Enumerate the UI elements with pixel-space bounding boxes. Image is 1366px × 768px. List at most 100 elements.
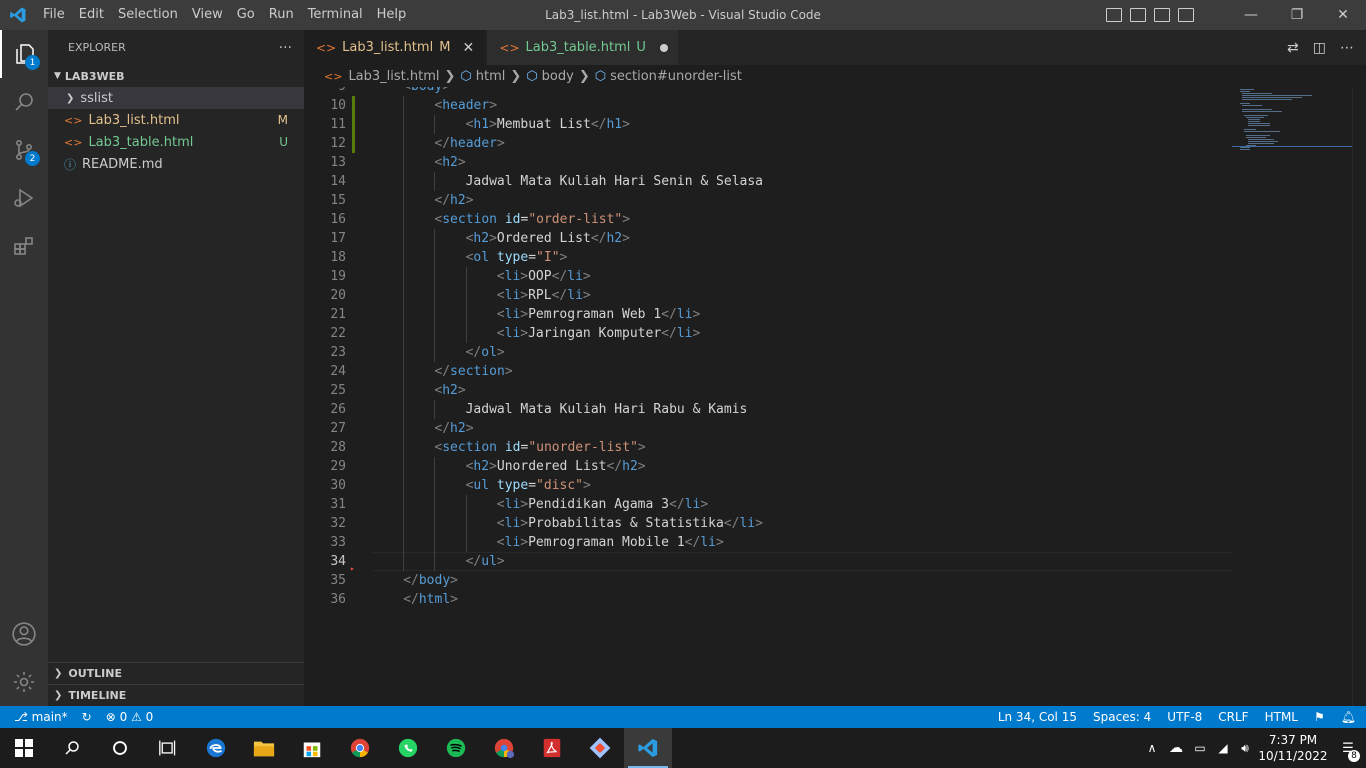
code-line[interactable]: 31 <li>Pendidikan Agama 3</li> bbox=[304, 495, 1232, 514]
code-line[interactable]: 9 <body> bbox=[304, 87, 1232, 96]
code-line[interactable]: 12 </header> bbox=[304, 134, 1232, 153]
split-editor-icon[interactable]: ◫ bbox=[1313, 40, 1326, 56]
code-line[interactable]: 26 Jadwal Mata Kuliah Hari Rabu & Kamis bbox=[304, 400, 1232, 419]
code-line[interactable]: 29 <h2>Unordered List</h2> bbox=[304, 457, 1232, 476]
code-line[interactable]: 10 <header> bbox=[304, 96, 1232, 115]
open-changes-icon[interactable]: ⇄ bbox=[1287, 40, 1299, 56]
microsoft-store-icon[interactable] bbox=[288, 728, 336, 768]
edge-browser-icon[interactable] bbox=[192, 728, 240, 768]
code-line[interactable]: 22 <li>Jaringan Komputer</li> bbox=[304, 324, 1232, 343]
menu-item-selection[interactable]: Selection bbox=[111, 0, 185, 30]
git-client-icon[interactable] bbox=[576, 728, 624, 768]
close-icon[interactable]: ✕ bbox=[460, 40, 476, 56]
tree-item-sslist[interactable]: ❯ sslist bbox=[48, 87, 304, 109]
clock[interactable]: 7:37 PM 10/11/2022 bbox=[1256, 732, 1330, 764]
outline-section[interactable]: ❯ OUTLINE bbox=[48, 662, 304, 684]
code-line[interactable]: 33 <li>Pemrograman Mobile 1</li> bbox=[304, 533, 1232, 552]
sync-icon[interactable]: ↻ bbox=[82, 710, 92, 724]
code-line[interactable]: 17 <h2>Ordered List</h2> bbox=[304, 229, 1232, 248]
code-line[interactable]: 14 Jadwal Mata Kuliah Hari Senin & Selasa bbox=[304, 172, 1232, 191]
breadcrumb-body[interactable]: body bbox=[542, 69, 574, 84]
end-of-line[interactable]: CRLF bbox=[1218, 710, 1248, 724]
menu-item-view[interactable]: View bbox=[185, 0, 230, 30]
more-actions-icon[interactable]: ⋯ bbox=[1340, 40, 1354, 56]
onedrive-cloud-icon[interactable]: ☁ bbox=[1164, 740, 1188, 756]
timeline-section[interactable]: ❯ TIMELINE bbox=[48, 684, 304, 706]
cursor-position[interactable]: Ln 34, Col 15 bbox=[998, 710, 1077, 724]
volume-icon[interactable]: 🔊︎ bbox=[1234, 741, 1256, 756]
explorer-icon[interactable]: 1 bbox=[0, 30, 48, 78]
toggle-secondary-sidebar-icon[interactable] bbox=[1154, 8, 1170, 22]
close-window-button[interactable]: ✕ bbox=[1320, 0, 1366, 30]
feedback-icon[interactable]: ⚑ bbox=[1314, 710, 1325, 724]
windows-start-icon[interactable] bbox=[0, 728, 48, 768]
cortana-icon[interactable] bbox=[96, 728, 144, 768]
notifications-bell-icon[interactable]: 🔔︎ bbox=[1341, 710, 1356, 724]
tree-item-readme[interactable]: ⓘ README.md bbox=[48, 153, 304, 175]
customize-layout-icon[interactable] bbox=[1178, 8, 1194, 22]
code-line[interactable]: 36 </html> bbox=[304, 590, 1232, 609]
accounts-icon[interactable] bbox=[0, 610, 48, 658]
branch-indicator[interactable]: ⎇ main* bbox=[14, 710, 68, 724]
tree-item-lab3-list[interactable]: <> Lab3_list.html M bbox=[48, 109, 304, 131]
code-line[interactable]: 13 <h2> bbox=[304, 153, 1232, 172]
indentation[interactable]: Spaces: 4 bbox=[1093, 710, 1151, 724]
menu-item-edit[interactable]: Edit bbox=[72, 0, 111, 30]
vertical-scrollbar[interactable] bbox=[1352, 87, 1366, 706]
workspace-folder-header[interactable]: ▼ LAB3WEB bbox=[48, 65, 304, 87]
code-line[interactable]: 11 <h1>Membuat List</h1> bbox=[304, 115, 1232, 134]
chrome-icon[interactable] bbox=[336, 728, 384, 768]
code-line[interactable]: 35 </body> bbox=[304, 571, 1232, 590]
menu-item-file[interactable]: File bbox=[36, 0, 72, 30]
tree-item-lab3-table[interactable]: <> Lab3_table.html U bbox=[48, 131, 304, 153]
run-debug-icon[interactable] bbox=[0, 174, 48, 222]
minimize-button[interactable]: — bbox=[1228, 0, 1274, 30]
search-icon[interactable] bbox=[0, 78, 48, 126]
tab-lab3-table[interactable]: <> Lab3_table.html U bbox=[487, 30, 679, 65]
spotify-icon[interactable] bbox=[432, 728, 480, 768]
source-control-icon[interactable]: 2 bbox=[0, 126, 48, 174]
chrome-profile-icon[interactable] bbox=[480, 728, 528, 768]
notification-center-icon[interactable]: ☰ 8 bbox=[1330, 741, 1366, 762]
code-editor[interactable]: 9 <body> 10 <header> 11 <h1>Membuat List</h1>… bbox=[304, 87, 1366, 706]
encoding[interactable]: UTF-8 bbox=[1167, 710, 1202, 724]
code-line[interactable]: 15 </h2> bbox=[304, 191, 1232, 210]
search-icon[interactable] bbox=[48, 728, 96, 768]
code-line[interactable]: 16 <section id="order-list"> bbox=[304, 210, 1232, 229]
more-actions-icon[interactable]: ··· bbox=[279, 40, 292, 56]
restore-button[interactable]: ❐ bbox=[1274, 0, 1320, 30]
code-line[interactable]: 20 <li>RPL</li> bbox=[304, 286, 1232, 305]
code-line[interactable]: 27 </h2> bbox=[304, 419, 1232, 438]
vscode-taskbar-icon[interactable] bbox=[624, 728, 672, 768]
toggle-panel-icon[interactable] bbox=[1130, 8, 1146, 22]
task-view-icon[interactable] bbox=[144, 728, 192, 768]
file-explorer-icon[interactable] bbox=[240, 728, 288, 768]
code-line[interactable]: 34 </ul> ▸ bbox=[304, 552, 1232, 573]
code-line[interactable]: 32 <li>Probabilitas & Statistika</li> bbox=[304, 514, 1232, 533]
wifi-icon[interactable]: ◢ bbox=[1212, 741, 1234, 755]
code-line[interactable]: 28 <section id="unorder-list"> bbox=[304, 438, 1232, 457]
menu-item-help[interactable]: Help bbox=[370, 0, 414, 30]
settings-gear-icon[interactable] bbox=[0, 658, 48, 706]
toggle-primary-sidebar-icon[interactable] bbox=[1106, 8, 1122, 22]
code-line[interactable]: 24 </section> bbox=[304, 362, 1232, 381]
code-line[interactable]: 25 <h2> bbox=[304, 381, 1232, 400]
breadcrumb-html[interactable]: html bbox=[476, 69, 506, 84]
chevron-up-icon[interactable]: ∧ bbox=[1140, 741, 1164, 755]
menu-item-run[interactable]: Run bbox=[262, 0, 301, 30]
code-line[interactable]: 18 <ol type="I"> bbox=[304, 248, 1232, 267]
menu-item-terminal[interactable]: Terminal bbox=[301, 0, 370, 30]
minimap[interactable] bbox=[1232, 87, 1352, 167]
code-line[interactable]: 30 <ul type="disc"> bbox=[304, 476, 1232, 495]
unsaved-dot-icon[interactable] bbox=[659, 43, 668, 52]
whatsapp-icon[interactable] bbox=[384, 728, 432, 768]
acrobat-reader-icon[interactable] bbox=[528, 728, 576, 768]
extensions-icon[interactable] bbox=[0, 222, 48, 270]
battery-icon[interactable]: ▭ bbox=[1188, 741, 1212, 755]
menu-item-go[interactable]: Go bbox=[230, 0, 262, 30]
breadcrumb-file[interactable]: Lab3_list.html bbox=[348, 69, 439, 84]
code-line[interactable]: 23 </ol> bbox=[304, 343, 1232, 362]
tab-lab3-list[interactable]: <> Lab3_list.html M ✕ bbox=[304, 30, 488, 65]
problems-indicator[interactable]: ⊗ 0 ⚠ 0 bbox=[106, 710, 154, 724]
code-line[interactable]: 19 <li>OOP</li> bbox=[304, 267, 1232, 286]
